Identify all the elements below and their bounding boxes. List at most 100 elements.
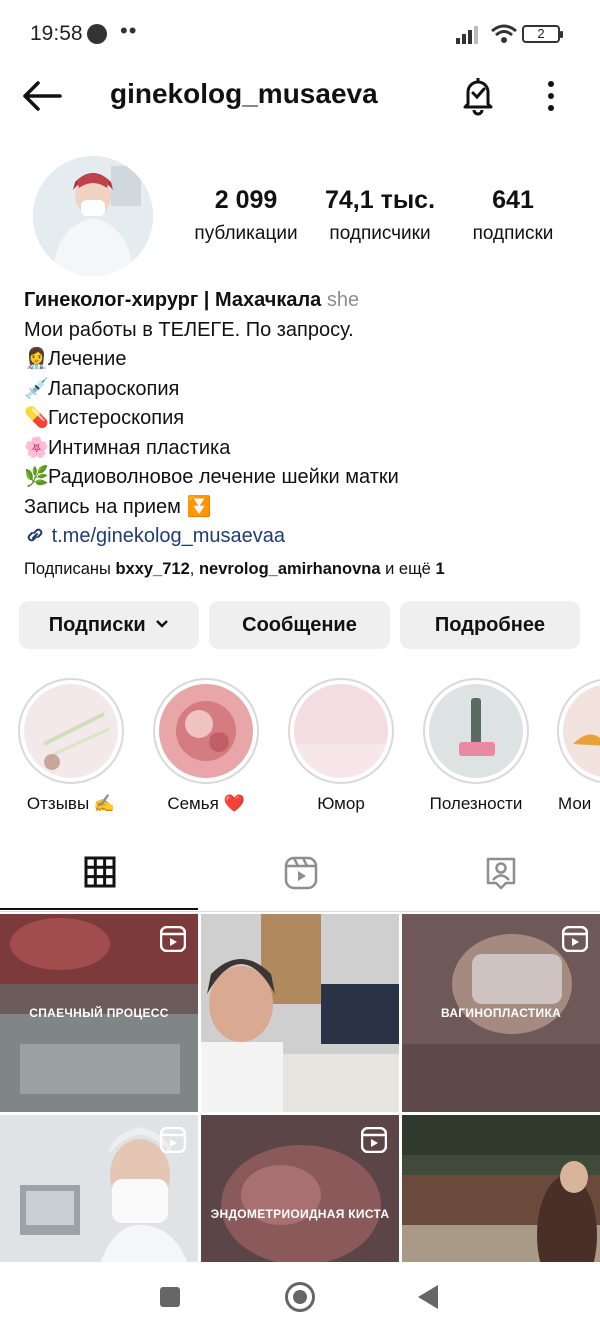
highlight-ring: [18, 678, 124, 784]
dnd-icon: [87, 24, 107, 44]
profile-bio: Гинеколог-хирург | Махачкала she Мои раб…: [24, 286, 584, 552]
syringe-emoji-icon: 💉: [24, 377, 49, 400]
bio-item: 🌿Радиоволновое лечение шейки матки: [24, 463, 584, 493]
highlight-ring: [288, 678, 394, 784]
bio-item: 👩‍⚕️Лечение: [24, 345, 584, 375]
posts-label: публикации: [194, 223, 298, 244]
tab-tagged[interactable]: [400, 836, 600, 912]
more-info-button-label: Подробнее: [434, 614, 546, 636]
status-time: 19:58: [30, 22, 83, 45]
reel-badge-icon: [361, 1127, 387, 1153]
link-icon: [27, 528, 43, 542]
bio-item-text: Гистероскопия: [48, 407, 185, 429]
reels-icon: [284, 856, 318, 890]
message-button[interactable]: Сообщение: [209, 601, 390, 649]
bio-text-line: Мои работы в ТЕЛЕГЕ. По запросу.: [24, 318, 354, 341]
avatar-image: [33, 156, 153, 276]
down-arrows-emoji-icon: ⏬: [186, 495, 212, 518]
profile-tabs: [0, 836, 600, 912]
profile-header: ginekolog_musaeva: [0, 68, 600, 124]
bio-link[interactable]: t.me/ginekolog_musaevaa: [24, 522, 584, 552]
tabs-divider: [0, 911, 600, 912]
system-back-button[interactable]: [418, 1285, 438, 1309]
page-title-username: ginekolog_musaeva: [110, 78, 378, 109]
profile-stats: 2 099 публикации 74,1 тыс. подписчики 64…: [180, 186, 580, 256]
message-button-label: Сообщение: [242, 614, 357, 636]
bio-item: 💊Гистероскопия: [24, 404, 584, 434]
tagged-icon: [486, 857, 516, 890]
post-caption: ВАГИНОПЛАСТИКА: [440, 1006, 562, 1020]
notification-dots: ••: [120, 18, 138, 43]
grid-icon: [84, 856, 116, 888]
highlight-cover: [294, 684, 388, 778]
posts-stat[interactable]: 2 099 публикации: [180, 186, 312, 245]
system-nav-bar: [0, 1262, 600, 1332]
back-button[interactable]: [20, 76, 64, 116]
grid-post[interactable]: СПАЕЧНЫЙ ПРОЦЕСС: [0, 914, 198, 1112]
battery-icon: 2: [522, 25, 563, 43]
followed-by-count: 1: [435, 560, 445, 578]
highlight-label: Мои: [558, 794, 592, 813]
followed-by[interactable]: Подписаны bxxy_712, nevrolog_amirhanovna…: [24, 560, 445, 579]
following-button-label: Подписки: [48, 614, 146, 636]
highlight-item[interactable]: Отзывы ✍️: [17, 678, 125, 814]
home-button[interactable]: [285, 1282, 315, 1312]
grid-post[interactable]: ВАГИНОПЛАСТИКА: [402, 914, 600, 1112]
reel-badge-icon: [160, 1127, 186, 1153]
pill-emoji-icon: 💊: [24, 407, 49, 429]
herb-emoji-icon: 🌿: [24, 466, 49, 488]
bio-item: 🌸Интимная пластика: [24, 434, 584, 464]
highlight-cover: [159, 684, 253, 778]
bio-appointment-line: Запись на прием ⏬: [24, 493, 584, 523]
followers-label: подписчики: [329, 223, 431, 244]
bio-name-line: Гинеколог-хирург | Махачкала she: [24, 286, 584, 316]
followers-stat[interactable]: 74,1 тыс. подписчики: [312, 186, 448, 245]
grid-post[interactable]: [201, 914, 399, 1112]
highlight-cover: [563, 684, 600, 778]
posts-count: 2 099: [214, 186, 278, 214]
followed-by-prefix: Подписаны: [24, 560, 111, 578]
recent-apps-button[interactable]: [160, 1287, 180, 1307]
highlight-label: Полезности: [429, 794, 523, 813]
following-label: подписки: [472, 223, 554, 244]
followed-by-user: nevrolog_amirhanovna: [198, 560, 381, 578]
tab-reels[interactable]: [200, 836, 400, 912]
link-text: t.me/ginekolog_musaevaa: [51, 525, 286, 547]
highlight-cover: [24, 684, 118, 778]
highlight-item[interactable]: Юмор: [287, 678, 395, 814]
followed-by-user: bxxy_712: [115, 560, 190, 578]
wifi-icon: [491, 24, 517, 43]
post-thumbnail: [201, 914, 399, 1112]
chevron-down-icon: [156, 620, 169, 628]
following-stat[interactable]: 641 подписки: [456, 186, 570, 245]
following-count: 641: [492, 186, 534, 214]
post-caption: СПАЕЧНЫЙ ПРОЦЕСС: [29, 1006, 169, 1020]
profile-avatar[interactable]: [33, 156, 153, 276]
highlight-cover: [429, 684, 523, 778]
highlight-ring: [153, 678, 259, 784]
highlight-label: Семья ❤️: [167, 794, 245, 813]
back-arrow-icon: [23, 81, 62, 111]
bio-item-text: Лапароскопия: [48, 377, 180, 400]
active-tab-indicator: [0, 908, 198, 910]
tab-posts-grid[interactable]: [0, 836, 200, 912]
highlight-label: Отзывы ✍️: [26, 794, 116, 813]
notifications-button[interactable]: [458, 74, 498, 116]
flower-emoji-icon: 🌸: [24, 436, 49, 459]
reel-badge-icon: [160, 926, 186, 952]
followers-count: 74,1 тыс.: [324, 186, 436, 214]
bio-item-text: Интимная пластика: [48, 436, 231, 459]
more-info-button[interactable]: Подробнее: [400, 601, 580, 649]
doctor-emoji-icon: 👩‍⚕️: [24, 348, 49, 370]
following-button[interactable]: Подписки: [19, 601, 199, 649]
bio-item-text: Лечение: [48, 348, 127, 370]
reel-badge-icon: [562, 926, 588, 952]
highlight-item[interactable]: Мои: [557, 678, 600, 814]
post-caption: ЭНДОМЕТРИОИДНАЯ КИСТА: [210, 1207, 390, 1221]
more-options-button[interactable]: [536, 76, 566, 116]
highlight-item[interactable]: Полезности: [422, 678, 530, 814]
signal-icon: [456, 26, 478, 44]
highlight-item[interactable]: Семья ❤️: [152, 678, 260, 814]
more-vertical-icon: [548, 81, 554, 111]
profile-name: Гинеколог-хирург | Махачкала: [24, 289, 322, 311]
